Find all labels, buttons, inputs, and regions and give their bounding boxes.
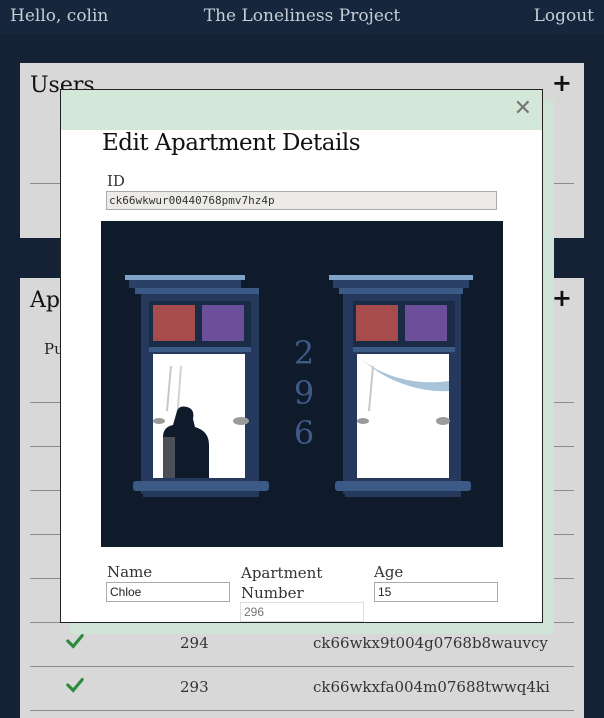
plus-icon[interactable]: +: [552, 284, 572, 312]
right-window-graphic: [329, 275, 473, 497]
modal-header: ✕: [61, 90, 542, 130]
apartment-number-digit: 2: [294, 334, 314, 372]
name-field[interactable]: [106, 582, 230, 602]
left-window-graphic: [125, 275, 269, 497]
divider: [30, 710, 574, 711]
apartment-number-field[interactable]: [240, 602, 364, 622]
apartment-window-illustration: 2 9 6: [101, 221, 503, 547]
age-field[interactable]: [374, 582, 498, 602]
apartment-number: 294: [180, 634, 209, 652]
apartment-id: ck66wkxfa004m07688twwq4ki: [313, 678, 550, 696]
plus-icon[interactable]: +: [552, 69, 572, 97]
edit-apartment-modal: ✕ Edit Apartment Details ID ck66wkwur004…: [60, 89, 543, 623]
modal-title: Edit Apartment Details: [102, 130, 361, 156]
id-field[interactable]: [106, 191, 497, 210]
app-title: The Loneliness Project: [203, 6, 401, 26]
name-label: Name: [107, 563, 153, 581]
apartment-number-digit: 9: [294, 374, 314, 412]
check-icon: [66, 678, 84, 693]
table-row[interactable]: 293 ck66wkxfa004m07688twwq4ki: [30, 666, 574, 710]
apartment-number-label: Apartment Number: [241, 564, 323, 602]
id-label: ID: [107, 172, 125, 190]
apartment-number-digit: 6: [294, 414, 314, 452]
apartment-id: ck66wkx9t004g0768b8wauvcy: [313, 634, 548, 652]
age-label: Age: [374, 563, 404, 581]
close-icon[interactable]: ✕: [514, 96, 532, 121]
apartment-number: 293: [180, 678, 209, 696]
logout-link[interactable]: Logout: [534, 6, 594, 26]
check-icon: [66, 634, 84, 649]
top-nav-bar: Hello, colin The Loneliness Project Logo…: [0, 0, 604, 34]
